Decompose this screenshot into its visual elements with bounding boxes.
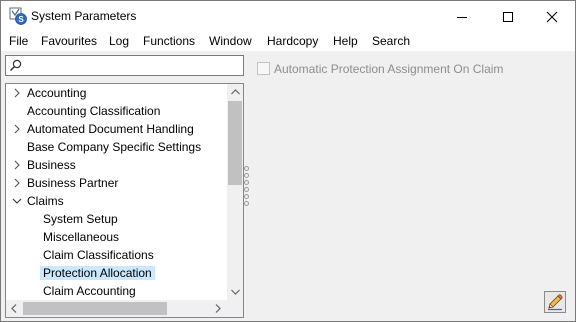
horizontal-scroll-thumb[interactable] <box>23 302 167 315</box>
menu-bar: File Favourites Log Functions Window Har… <box>1 32 575 51</box>
tree-item-label: System Setup <box>43 212 118 226</box>
tree-item-label: Claim Classifications <box>43 248 154 262</box>
tree-item-business[interactable]: Business <box>6 156 226 174</box>
chevron-right-icon <box>215 303 221 313</box>
title-bar: S System Parameters <box>1 1 575 32</box>
scroll-up-button[interactable] <box>227 84 243 100</box>
automatic-protection-assignment-checkbox[interactable] <box>257 62 270 75</box>
edit-button[interactable] <box>544 291 566 313</box>
app-icon: S <box>9 7 27 25</box>
scroll-down-button[interactable] <box>227 284 243 300</box>
tree-item-label: Miscellaneous <box>43 230 120 244</box>
splitter-grip-dot <box>244 187 249 192</box>
tree-item-label: Accounting Classification <box>27 104 161 118</box>
close-button[interactable] <box>529 1 575 32</box>
menu-help[interactable]: Help <box>333 34 358 48</box>
splitter-grip-dot <box>244 194 249 199</box>
splitter-grip-dot <box>244 166 249 171</box>
scrollbar-corner <box>227 300 243 317</box>
tree-item-claim-accounting[interactable]: Claim Accounting <box>6 282 226 300</box>
chevron-up-icon <box>230 89 240 95</box>
menu-file[interactable]: File <box>9 34 28 48</box>
menu-search[interactable]: Search <box>372 34 410 48</box>
tree-item-label: Claim Accounting <box>43 284 136 298</box>
chevron-right-icon[interactable] <box>12 88 22 98</box>
tree-item-automated-document-handling[interactable]: Automated Document Handling <box>6 120 226 138</box>
minimize-icon <box>457 16 467 18</box>
chevron-down-icon <box>230 289 240 295</box>
menu-window[interactable]: Window <box>209 34 252 48</box>
tree-item-accounting[interactable]: Accounting <box>6 84 226 102</box>
tree-item-claim-classifications[interactable]: Claim Classifications <box>6 246 226 264</box>
tree-item-system-setup[interactable]: System Setup <box>6 210 226 228</box>
tree-item-label: Base Company Specific Settings <box>27 140 202 154</box>
tree-item-label: Business Partner <box>27 176 119 190</box>
search-box[interactable] <box>5 55 244 76</box>
vertical-scrollbar[interactable] <box>227 84 243 300</box>
tree-panel: Accounting Accounting Classification Aut… <box>5 83 244 318</box>
svg-text:S: S <box>18 15 24 24</box>
menu-hardcopy[interactable]: Hardcopy <box>267 34 318 48</box>
tree-item-label: Business <box>27 158 76 172</box>
tree-item-accounting-classification[interactable]: Accounting Classification <box>6 102 226 120</box>
tree-item-label: Automated Document Handling <box>27 122 194 136</box>
menu-functions[interactable]: Functions <box>143 34 195 48</box>
menu-favourites[interactable]: Favourites <box>41 34 97 48</box>
pencil-icon <box>548 294 563 311</box>
tree-item-claims[interactable]: Claims <box>6 192 226 210</box>
chevron-right-icon[interactable] <box>12 160 22 170</box>
pane-splitter[interactable] <box>244 166 250 208</box>
scroll-left-button[interactable] <box>6 300 22 316</box>
tree-item-protection-allocation[interactable]: Protection Allocation <box>6 264 226 282</box>
horizontal-scrollbar[interactable] <box>6 300 227 317</box>
tree-item-label-selected: Protection Allocation <box>40 266 155 280</box>
search-icon <box>9 59 22 72</box>
tree-item-business-partner[interactable]: Business Partner <box>6 174 226 192</box>
maximize-icon <box>503 11 513 22</box>
window-title: System Parameters <box>31 9 137 23</box>
splitter-grip-dot <box>244 173 249 178</box>
tree-item-miscellaneous[interactable]: Miscellaneous <box>6 228 226 246</box>
automatic-protection-assignment-label: Automatic Protection Assignment On Claim <box>274 62 504 76</box>
system-parameters-window: S System Parameters File Favourites Log … <box>0 0 576 322</box>
menu-log[interactable]: Log <box>109 34 129 48</box>
chevron-right-icon[interactable] <box>12 124 22 134</box>
close-icon <box>546 11 558 22</box>
chevron-left-icon <box>11 303 17 313</box>
vertical-scroll-thumb[interactable] <box>228 101 242 185</box>
splitter-grip-dot <box>244 201 249 206</box>
tree-item-base-company-specific-settings[interactable]: Base Company Specific Settings <box>6 138 226 156</box>
minimize-button[interactable] <box>439 1 485 32</box>
scroll-right-button[interactable] <box>210 300 226 316</box>
search-input[interactable] <box>24 57 240 74</box>
chevron-right-icon[interactable] <box>12 178 22 188</box>
splitter-grip-dot <box>244 180 249 185</box>
tree-item-label: Claims <box>27 194 64 208</box>
chevron-down-icon[interactable] <box>12 196 22 206</box>
maximize-button[interactable] <box>485 1 531 32</box>
tree-item-label: Accounting <box>27 86 87 100</box>
